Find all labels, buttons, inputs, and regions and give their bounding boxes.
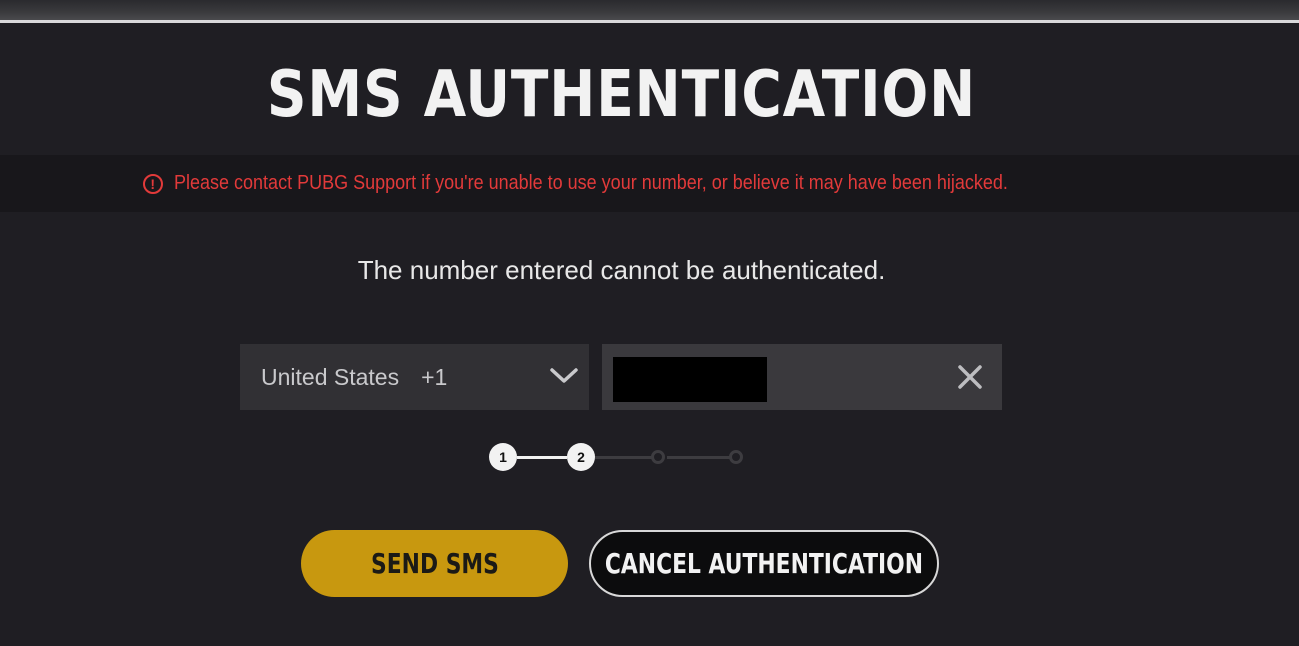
step-connector	[595, 456, 653, 459]
country-name: United States	[261, 363, 400, 390]
phone-number-input[interactable]	[602, 344, 1002, 410]
alert-circle-icon: !	[142, 173, 163, 194]
warning-banner: ! Please contact PUBG Support if you're …	[0, 155, 1299, 212]
step-2: 2	[567, 443, 595, 471]
step-4	[729, 450, 743, 464]
send-sms-label: SEND SMS	[370, 547, 499, 580]
close-icon[interactable]	[956, 363, 984, 391]
step-connector	[667, 456, 731, 459]
step-3	[651, 450, 665, 464]
cancel-authentication-button[interactable]: CANCEL AUTHENTICATION	[589, 530, 939, 597]
send-sms-button[interactable]: SEND SMS	[301, 530, 568, 597]
step-1: 1	[489, 443, 517, 471]
redacted-phone-number	[613, 357, 767, 402]
status-message: The number entered cannot be authenticat…	[357, 255, 886, 285]
chevron-down-icon[interactable]	[549, 363, 579, 387]
progress-stepper: 1 2	[489, 443, 759, 473]
warning-text: Please contact PUBG Support if you're un…	[173, 172, 1008, 194]
country-select[interactable]: United States +1	[240, 344, 589, 410]
page-title: SMS AUTHENTICATION	[266, 58, 977, 132]
step-connector-complete	[517, 456, 567, 459]
background-strip	[0, 0, 1299, 20]
cancel-authentication-label: CANCEL AUTHENTICATION	[604, 547, 924, 580]
country-code: +1	[421, 363, 448, 390]
